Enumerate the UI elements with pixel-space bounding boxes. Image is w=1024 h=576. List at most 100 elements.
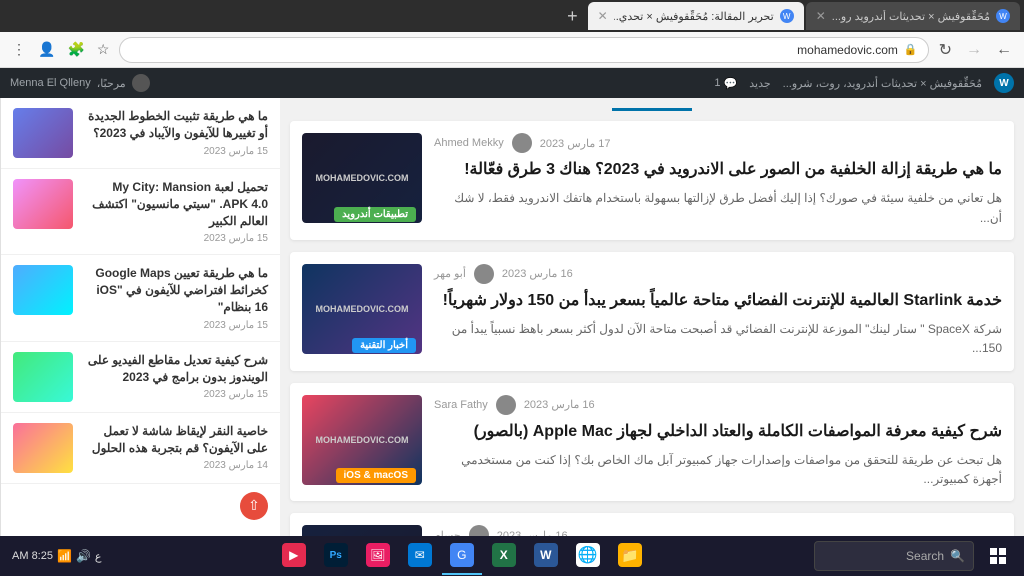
content-area: 17 مارس 2023 Ahmed Mekky ما هي طريقة إزا… xyxy=(280,98,1024,576)
mail-icon: ✉ xyxy=(408,543,432,567)
tab-icon-2: W xyxy=(780,9,794,23)
wp-logo[interactable]: W xyxy=(994,73,1014,93)
network-icon[interactable]: 📶 xyxy=(57,549,72,563)
post-badge-3: iOS & macOS xyxy=(336,468,416,483)
sidebar-item-1[interactable]: ما هي طريقة تثبيت الخطوط الجديدة أو تغيي… xyxy=(1,98,280,169)
sidebar-title-3: ما هي طريقة تعيين Google Maps كخرائط افت… xyxy=(83,265,268,315)
taskbar-sys: ع 🔊 📶 8:25 AM xyxy=(4,549,109,563)
taskbar-search[interactable]: 🔍 Search xyxy=(814,541,974,571)
taskbar-app-media[interactable]: ▶ xyxy=(274,537,314,575)
post-card-3[interactable]: 16 مارس 2023 Sara Fathy شرح كيفية معرفة … xyxy=(290,383,1014,502)
lang-indicator: ع xyxy=(95,550,102,563)
sidebar-text-4: شرح كيفية تعديل مقاطع الفيديو على الويند… xyxy=(83,352,268,401)
post-author-2: أبو مهر xyxy=(434,267,466,280)
main-content: 17 مارس 2023 Ahmed Mekky ما هي طريقة إزا… xyxy=(0,98,1024,576)
tab-label-2: تحرير المقالة: مُحَقِّقوفيش × تحدي... xyxy=(614,10,774,23)
photoshop-icon: Ps xyxy=(324,543,348,567)
sidebar-date-3: 15 مارس 2023 xyxy=(83,320,268,331)
author-avatar-1 xyxy=(512,133,532,153)
post-image-wrap-1: MOHAMEDOVIC.COM تطبيقات أندرويد xyxy=(302,133,422,228)
site-name[interactable]: مُحَقِّقوفيش × تحديثات أندرويد، روت، شرو… xyxy=(783,77,982,90)
refresh-button[interactable]: ↻ xyxy=(935,38,956,62)
nav-actions: ☆ 🧩 👤 ⋮ xyxy=(8,39,113,60)
wp-admin-bar: W مُحَقِّقوفيش × تحديثات أندرويد، روت، ش… xyxy=(0,68,1024,98)
post-info-2: 16 مارس 2023 أبو مهر خدمة Starlink العال… xyxy=(434,264,1002,359)
profile-button[interactable]: 👤 xyxy=(34,39,59,60)
extensions-button[interactable]: 🧩 xyxy=(63,39,88,60)
sidebar-item-5[interactable]: خاصية النقر لإيقاظ شاشة لا تعمل على الآي… xyxy=(1,413,280,484)
taskbar-app-word[interactable]: W xyxy=(526,537,566,575)
post-meta-2: 16 مارس 2023 أبو مهر xyxy=(434,264,1002,284)
search-icon: 🔍 xyxy=(950,549,965,563)
comment-count: 💬 1 xyxy=(714,77,737,90)
wp-admin-bar-left: مرحبًا، Menna El Qlleny xyxy=(10,74,150,92)
post-title-2[interactable]: خدمة Starlink العالمية للإنترنت الفضائي … xyxy=(434,290,1002,312)
post-card-2[interactable]: 16 مارس 2023 أبو مهر خدمة Starlink العال… xyxy=(290,252,1014,371)
volume-icon[interactable]: 🔊 xyxy=(76,549,91,563)
taskbar-app-file-explorer[interactable]: 📁 xyxy=(610,537,650,575)
post-info-1: 17 مارس 2023 Ahmed Mekky ما هي طريقة إزا… xyxy=(434,133,1002,228)
post-badge-2: أخبار التقنية xyxy=(352,338,416,353)
taskbar-app-mail[interactable]: ✉ xyxy=(400,537,440,575)
search-label: Search xyxy=(906,549,944,563)
post-info-3: 16 مارس 2023 Sara Fathy شرح كيفية معرفة … xyxy=(434,395,1002,490)
taskbar-app-photos[interactable]: 🖼 xyxy=(358,537,398,575)
bookmark-button[interactable]: ☆ xyxy=(93,39,114,60)
author-avatar-2 xyxy=(474,264,494,284)
address-text: mohamedovic.com xyxy=(797,43,898,57)
forward-button[interactable]: → xyxy=(962,39,986,61)
sidebar-thumb-1 xyxy=(13,108,73,158)
sidebar-text-1: ما هي طريقة تثبيت الخطوط الجديدة أو تغيي… xyxy=(83,108,268,157)
new-tab-button[interactable]: + xyxy=(559,6,586,27)
post-image-wrap-3: MOHAMEDOVIC.COM iOS & macOS xyxy=(302,395,422,490)
tab-close-2[interactable]: ✕ xyxy=(598,9,608,23)
post-title-3[interactable]: شرح كيفية معرفة المواصفات الكاملة والعتا… xyxy=(434,421,1002,443)
chrome-icon: 🌐 xyxy=(576,543,600,567)
post-meta-1: 17 مارس 2023 Ahmed Mekky xyxy=(434,133,1002,153)
sidebar-date-4: 15 مارس 2023 xyxy=(83,389,268,400)
post-author-3: Sara Fathy xyxy=(434,399,488,411)
post-excerpt-1: هل تعاني من خلفية سيئة في صورك؟ إذا إليك… xyxy=(434,189,1002,227)
start-button[interactable] xyxy=(976,539,1020,573)
tab-bar: W مُحَقِّقوفيش × تحديثات أندرويد رو... ✕… xyxy=(0,0,1024,32)
post-date-3: 16 مارس 2023 xyxy=(524,398,595,411)
tab-icon-1: W xyxy=(996,9,1010,23)
scroll-up-button[interactable]: ⇧ xyxy=(240,492,268,520)
post-excerpt-3: هل تبحث عن طريقة للتحقق من مواصفات وإصدا… xyxy=(434,451,1002,489)
taskbar: 🔍 Search 📁 🌐 W X G ✉ 🖼 Ps ▶ ع xyxy=(0,536,1024,576)
sidebar-title-2: تحميل لعبة My City: Mansion .APK 4.0 "سي… xyxy=(83,179,268,229)
user-name: Menna El Qlleny xyxy=(10,77,91,89)
tab-close-1[interactable]: ✕ xyxy=(816,9,826,23)
excel-icon: X xyxy=(492,543,516,567)
sidebar-thumb-3 xyxy=(13,265,73,315)
sidebar-item-4[interactable]: شرح كيفية تعديل مقاطع الفيديو على الويند… xyxy=(1,342,280,413)
sidebar-item-3[interactable]: ما هي طريقة تعيين Google Maps كخرائط افت… xyxy=(1,255,280,341)
clock: 8:25 AM xyxy=(12,550,53,562)
taskbar-apps: 📁 🌐 W X G ✉ 🖼 Ps ▶ xyxy=(111,537,812,575)
word-icon: W xyxy=(534,543,558,567)
sidebar-text-3: ما هي طريقة تعيين Google Maps كخرائط افت… xyxy=(83,265,268,330)
sidebar-title-5: خاصية النقر لإيقاظ شاشة لا تعمل على الآي… xyxy=(83,423,268,457)
post-title-1[interactable]: ما هي طريقة إزالة الخلفية من الصور على ا… xyxy=(434,159,1002,181)
tab-1[interactable]: W مُحَقِّقوفيش × تحديثات أندرويد رو... ✕ xyxy=(806,2,1020,30)
taskbar-app-browser-active[interactable]: G xyxy=(442,537,482,575)
back-button[interactable]: ← xyxy=(992,39,1016,61)
address-bar[interactable]: 🔒 mohamedovic.com xyxy=(119,37,928,63)
time-display: 8:25 AM xyxy=(12,550,53,562)
nav-bar: ← → ↻ 🔒 mohamedovic.com ☆ 🧩 👤 ⋮ xyxy=(0,32,1024,68)
sidebar-item-2[interactable]: تحميل لعبة My City: Mansion .APK 4.0 "سي… xyxy=(1,169,280,255)
taskbar-app-photoshop[interactable]: Ps xyxy=(316,537,356,575)
taskbar-app-excel[interactable]: X xyxy=(484,537,524,575)
menu-button[interactable]: ⋮ xyxy=(8,39,30,60)
file-explorer-icon: 📁 xyxy=(618,543,642,567)
wp-new-label[interactable]: جديد xyxy=(749,77,770,90)
scroll-up-container: ⇧ xyxy=(1,484,280,528)
taskbar-app-chrome[interactable]: 🌐 xyxy=(568,537,608,575)
post-date-2: 16 مارس 2023 xyxy=(502,267,573,280)
tab-2[interactable]: W تحرير المقالة: مُحَقِّقوفيش × تحدي... … xyxy=(588,2,804,30)
post-date-1: 17 مارس 2023 xyxy=(540,137,611,150)
post-card-1[interactable]: 17 مارس 2023 Ahmed Mekky ما هي طريقة إزا… xyxy=(290,121,1014,240)
sidebar-date-2: 15 مارس 2023 xyxy=(83,233,268,244)
wp-user[interactable]: مرحبًا، Menna El Qlleny xyxy=(10,74,150,92)
browser-chrome: W مُحَقِّقوفيش × تحديثات أندرويد رو... ✕… xyxy=(0,0,1024,68)
